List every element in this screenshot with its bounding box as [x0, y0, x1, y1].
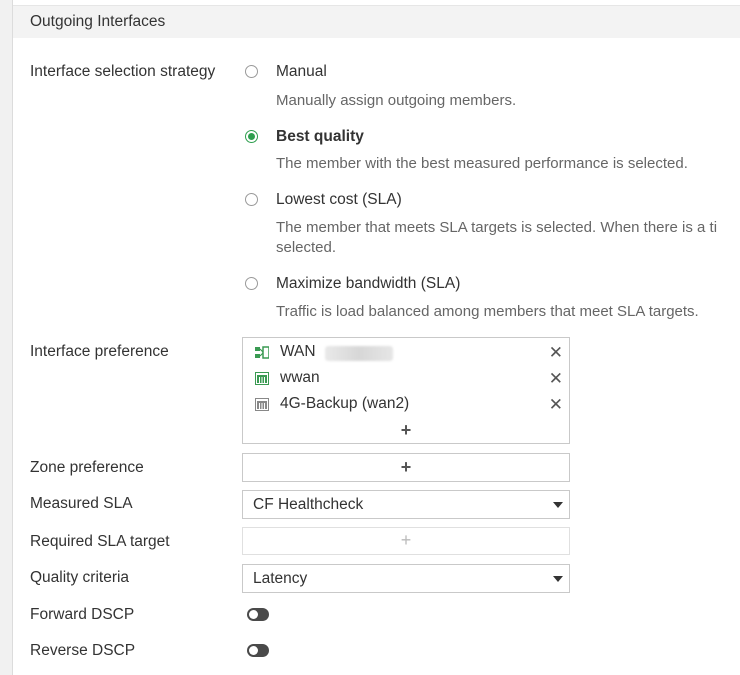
remove-interface-icon[interactable]: ✕ [549, 369, 563, 389]
forward-dscp-toggle[interactable] [247, 608, 269, 621]
radio-lowest-cost-description-2: selected. [276, 239, 337, 256]
list-item: wwan ✕ [253, 369, 563, 389]
radio-maximize-bandwidth-description: Traffic is load balanced among members t… [276, 303, 699, 320]
redacted-text [325, 346, 393, 361]
zone-preference-field[interactable]: + [242, 453, 570, 482]
radio-manual[interactable] [245, 65, 258, 78]
radio-lowest-cost-label[interactable]: Lowest cost (SLA) [276, 191, 402, 209]
green-port-icon [255, 372, 269, 385]
forward-dscp-label: Forward DSCP [30, 606, 135, 623]
left-panel-border [0, 0, 13, 675]
measured-sla-label: Measured SLA [30, 495, 133, 512]
radio-maximize-bandwidth-label[interactable]: Maximize bandwidth (SLA) [276, 275, 460, 293]
radio-lowest-cost-description: The member that meets SLA targets is sel… [276, 219, 718, 236]
measured-sla-value: CF Healthcheck [253, 496, 364, 513]
list-item: 4G-Backup (wan2) ✕ [253, 395, 563, 415]
add-sla-target-button: + [400, 530, 412, 550]
remove-interface-icon[interactable]: ✕ [549, 343, 563, 363]
zone-preference-label: Zone preference [30, 459, 144, 476]
list-item: WAN ✕ [253, 343, 563, 363]
section-title: Outgoing Interfaces [30, 13, 166, 30]
interface-preference-label: Interface preference [30, 343, 169, 360]
radio-manual-description: Manually assign outgoing members. [276, 92, 517, 109]
interface-preference-list: WAN ✕ wwan ✕ 4G-Backup (wan2) ✕ + [242, 337, 570, 444]
sdwan-interface-icon [255, 346, 269, 359]
radio-best-quality-description: The member with the best measured perfor… [276, 155, 688, 172]
add-interface-button[interactable]: + [401, 420, 412, 441]
interface-name: wwan [280, 369, 320, 386]
gray-port-icon [255, 398, 269, 411]
required-sla-label: Required SLA target [30, 533, 170, 550]
radio-best-quality[interactable] [245, 130, 258, 143]
chevron-down-icon [553, 576, 563, 582]
quality-criteria-select[interactable]: Latency [242, 564, 570, 593]
required-sla-field: + [242, 527, 570, 555]
strategy-label: Interface selection strategy [30, 63, 216, 80]
interface-name: WAN [280, 343, 316, 360]
reverse-dscp-label: Reverse DSCP [30, 642, 136, 659]
quality-criteria-value: Latency [253, 570, 308, 587]
radio-manual-label[interactable]: Manual [276, 63, 327, 81]
radio-best-quality-label[interactable]: Best quality [276, 128, 364, 146]
measured-sla-select[interactable]: CF Healthcheck [242, 490, 570, 519]
radio-lowest-cost[interactable] [245, 193, 258, 206]
reverse-dscp-toggle[interactable] [247, 644, 269, 657]
interface-name: 4G-Backup (wan2) [280, 395, 410, 412]
chevron-down-icon [553, 502, 563, 508]
section-header: Outgoing Interfaces [13, 5, 740, 38]
add-zone-button[interactable]: + [401, 457, 412, 478]
quality-criteria-label: Quality criteria [30, 569, 130, 586]
remove-interface-icon[interactable]: ✕ [549, 395, 563, 415]
radio-maximize-bandwidth[interactable] [245, 277, 258, 290]
